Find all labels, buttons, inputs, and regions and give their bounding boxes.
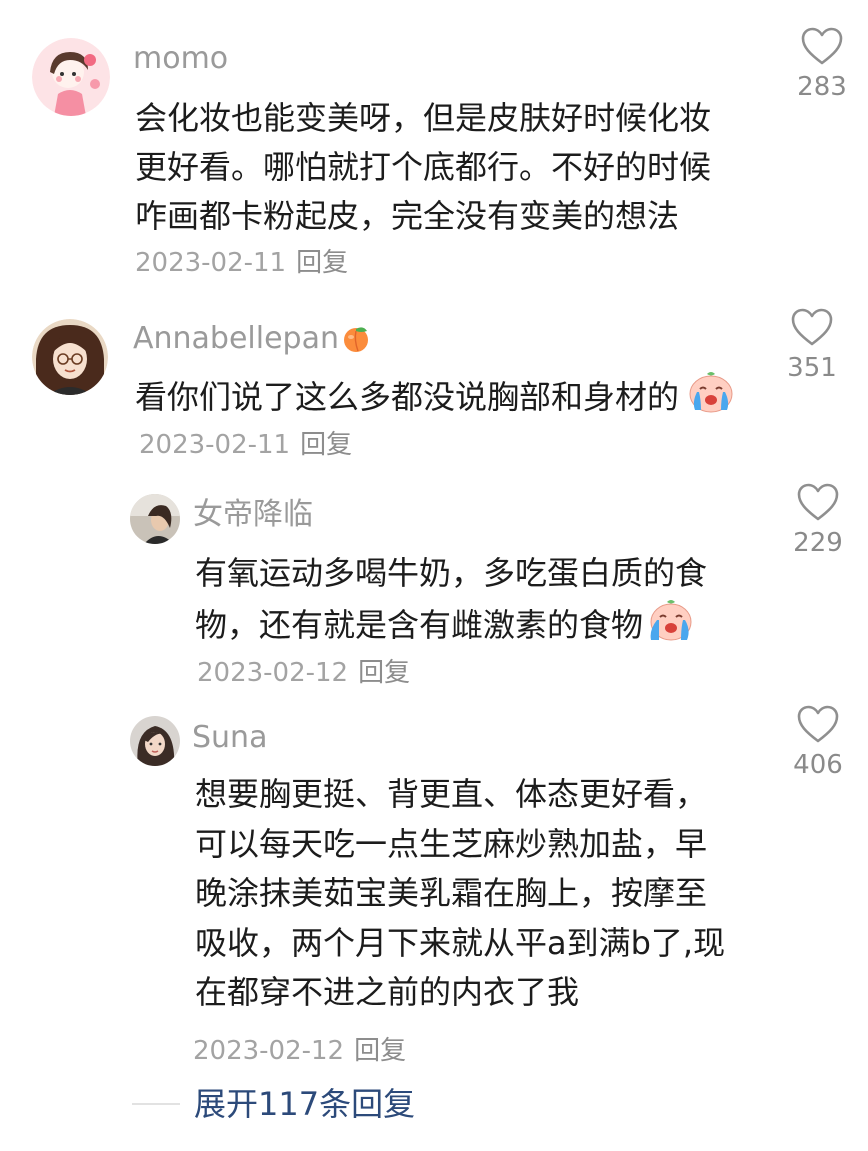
avatar[interactable] [32,319,108,395]
username[interactable]: Annabellepan [133,321,371,362]
comment-line: 会化妆也能变美呀，但是皮肤好时候化妆 [135,99,712,137]
comment-line-text: 看你们说了这么多都没说胸部和身材的 [135,378,680,416]
comment-line: 在都穿不进之前的内衣了我 [195,973,580,1011]
comment-line: 吸收，两个月下来就从平a到满b了,现 [195,924,726,962]
heart-icon [797,705,839,743]
comment-meta: 2023-02-11 回复 [139,430,352,460]
avatar[interactable] [130,716,180,766]
like-button[interactable]: 406 [778,704,858,780]
heart-icon [797,483,839,521]
comment-line: 可以每天吃一点生芝麻炒熟加盐，早 [195,825,708,863]
comment-date: 2023-02-11 [139,430,291,460]
like-count: 229 [793,528,843,558]
username[interactable]: momo [133,41,228,77]
username-text: Annabellepan [133,321,340,356]
crying-face-icon [687,368,735,430]
reply-button[interactable]: 回复 [354,1036,406,1066]
crying-face-icon [645,596,693,658]
reply-button[interactable]: 回复 [296,248,348,278]
reply-button[interactable]: 回复 [300,430,352,460]
like-button[interactable]: 229 [778,482,858,558]
comment-line: 咋画都卡粉起皮，完全没有变美的想法 [135,197,680,235]
comment-line: 有氧运动多喝牛奶，多吃蛋白质的食 [195,554,708,592]
comment-line: 更好看。哪怕就打个底都行。不好的时候 [135,148,712,186]
heart-icon [791,308,833,346]
expand-replies-label: 展开117条回复 [194,1085,416,1123]
comment-line: 晚涂抹美茹宝美乳霜在胸上，按摩至 [195,874,708,912]
divider [132,1103,180,1105]
expand-replies-button[interactable]: 展开117条回复 [132,1084,415,1124]
comment-meta: 2023-02-12 回复 [193,1036,406,1066]
comment-line: 想要胸更挺、背更直、体态更好看， [195,775,708,813]
comment-line-text: 物，还有就是含有雌激素的食物 [195,606,644,644]
comment-date: 2023-02-12 [197,658,349,688]
comment-date: 2023-02-11 [135,248,287,278]
like-count: 283 [797,72,847,102]
like-count: 351 [787,353,837,383]
avatar[interactable] [32,38,110,116]
username[interactable]: Suna [192,720,267,756]
peach-icon [341,323,371,362]
like-count: 406 [793,750,843,780]
comment-line: 看你们说了这么多都没说胸部和身材的 [135,368,735,430]
comment-meta: 2023-02-12 回复 [197,658,410,688]
comment-date: 2023-02-12 [193,1036,345,1066]
comment-line: 物，还有就是含有雌激素的食物 [195,596,693,658]
reply-button[interactable]: 回复 [358,658,410,688]
username[interactable]: 女帝降临 [193,497,313,533]
heart-icon [801,27,843,65]
like-button[interactable]: 283 [782,26,862,102]
comment-meta: 2023-02-11 回复 [135,248,348,278]
like-button[interactable]: 351 [772,307,852,383]
avatar[interactable] [130,494,180,544]
